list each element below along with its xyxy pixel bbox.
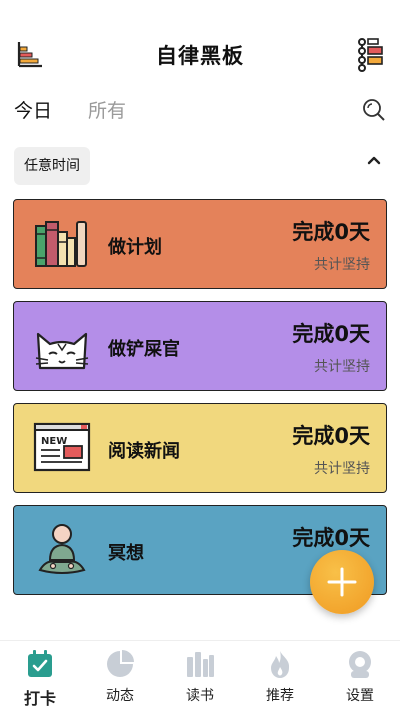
- nav-label: 设置: [346, 688, 374, 704]
- habit-name: 阅读新闻: [108, 441, 180, 462]
- settings-icon: [345, 649, 375, 679]
- habit-subtitle: 共计坚持: [314, 257, 370, 273]
- nav-label: 读书: [186, 688, 214, 704]
- search-icon[interactable]: [362, 98, 386, 122]
- nav-recommend[interactable]: 推荐: [240, 649, 320, 705]
- habit-subtitle: 共计坚持: [314, 359, 370, 375]
- books-icon: [32, 214, 92, 274]
- time-filter-button[interactable]: 任意时间: [14, 147, 90, 185]
- pie-chart-icon: [105, 649, 135, 679]
- habit-name: 做计划: [108, 237, 162, 258]
- nav-label: 动态: [106, 688, 134, 704]
- nav-checkin[interactable]: 打卡: [0, 649, 80, 709]
- newspaper-icon: NEW: [32, 418, 92, 478]
- habit-card[interactable]: 做铲屎官 完成0天 共计坚持: [13, 301, 387, 391]
- bottom-navigation: 打卡 动态 读书 推荐 设置: [0, 640, 400, 711]
- habit-status: 完成0天: [292, 424, 370, 448]
- habit-card[interactable]: 做计划 完成0天 共计坚持: [13, 199, 387, 289]
- books-nav-icon: [185, 649, 215, 679]
- habit-card[interactable]: NEW 阅读新闻 完成0天 共计坚持: [13, 403, 387, 493]
- nav-label: 推荐: [266, 688, 294, 704]
- habit-status: 完成0天: [292, 322, 370, 346]
- flame-icon: [265, 649, 295, 679]
- add-habit-button[interactable]: [310, 550, 374, 614]
- nav-label: 打卡: [23, 689, 56, 708]
- habit-status: 完成0天: [292, 526, 370, 550]
- nav-settings[interactable]: 设置: [320, 649, 400, 705]
- checkin-icon: [25, 649, 55, 679]
- nav-reading[interactable]: 读书: [160, 649, 240, 705]
- app-header: 自律黑板: [0, 0, 400, 100]
- plus-icon: [327, 567, 357, 597]
- cat-icon: [32, 316, 92, 376]
- habit-name: 做铲屎官: [108, 339, 180, 360]
- tab-all[interactable]: 所有: [88, 96, 126, 123]
- meditation-icon: [32, 520, 92, 580]
- habit-status: 完成0天: [292, 220, 370, 244]
- list-menu-icon[interactable]: [356, 38, 384, 72]
- tab-today-label: 今日: [14, 100, 53, 122]
- page-title: 自律黑板: [156, 44, 244, 68]
- habit-name: 冥想: [108, 543, 144, 564]
- nav-activity[interactable]: 动态: [80, 649, 160, 705]
- chevron-up-icon[interactable]: [364, 150, 384, 170]
- tab-all-label: 所有: [88, 100, 127, 122]
- tab-today[interactable]: 今日: [14, 96, 56, 125]
- habit-subtitle: 共计坚持: [314, 461, 370, 477]
